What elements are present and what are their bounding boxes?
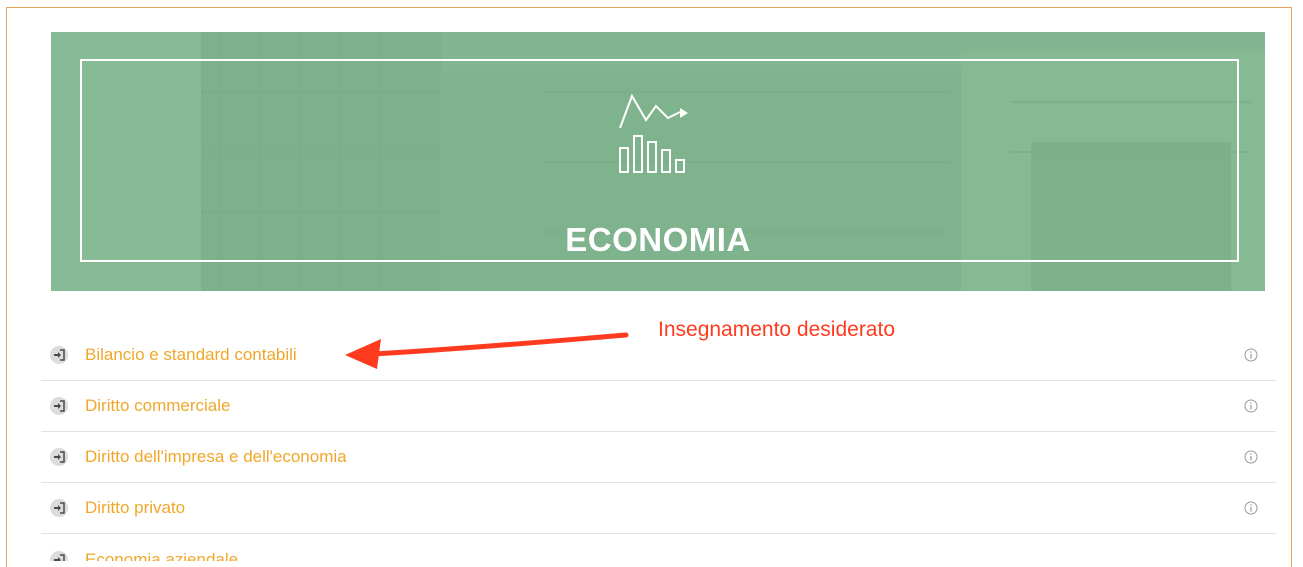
info-icon[interactable]	[1244, 450, 1258, 464]
info-icon[interactable]	[1244, 348, 1258, 362]
course-link[interactable]: Economia aziendale	[85, 550, 238, 561]
course-link[interactable]: Diritto dell'impresa e dell'economia	[85, 447, 347, 467]
list-item[interactable]: Diritto commerciale	[41, 381, 1276, 432]
info-icon[interactable]	[1244, 501, 1258, 515]
list-item[interactable]: Diritto privato	[41, 483, 1276, 534]
department-banner[interactable]: ECONOMIA	[51, 32, 1265, 291]
enter-icon	[50, 551, 68, 561]
list-item[interactable]: Diritto dell'impresa e dell'economia	[41, 432, 1276, 483]
banner-title: ECONOMIA	[565, 221, 751, 258]
course-link[interactable]: Diritto privato	[85, 498, 185, 518]
enter-icon	[50, 448, 68, 466]
list-item[interactable]: Economia aziendale	[41, 536, 1276, 561]
annotation-label: Insegnamento desiderato	[658, 318, 895, 341]
course-list: Bilancio e standard contabili Diritto co…	[41, 329, 1276, 534]
info-icon[interactable]	[1244, 399, 1258, 413]
course-link[interactable]: Diritto commerciale	[85, 396, 230, 416]
economy-chart-icon	[619, 93, 688, 173]
annotation-arrow-icon	[345, 332, 629, 369]
enter-icon	[50, 499, 68, 517]
enter-icon	[50, 345, 68, 364]
enter-icon	[50, 397, 68, 415]
course-link[interactable]: Bilancio e standard contabili	[85, 345, 297, 365]
